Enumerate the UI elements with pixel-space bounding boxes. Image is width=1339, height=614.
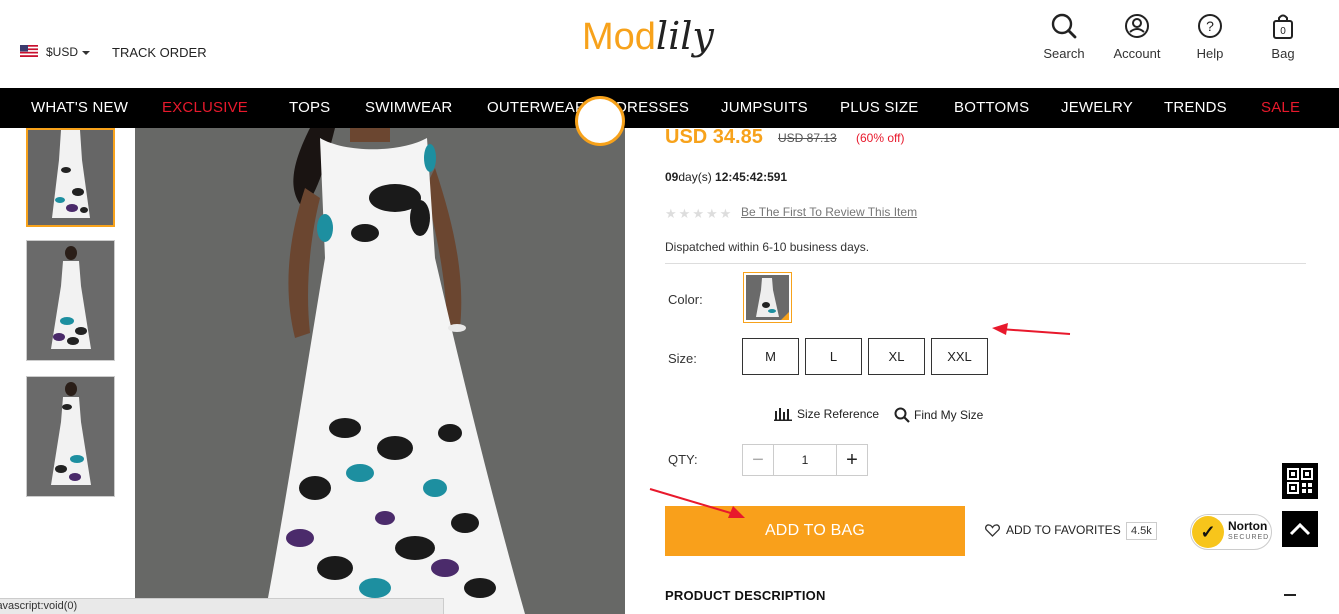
timer-days-unit: day(s) [678, 170, 712, 184]
add-to-favorites-button[interactable]: ADD TO FAVORITES [985, 523, 1121, 537]
currency-label: $USD [46, 45, 79, 59]
site-logo[interactable]: Mod lily [582, 8, 714, 68]
currency-selector[interactable]: $USD [46, 45, 91, 59]
qr-code-icon [1287, 468, 1313, 494]
browser-status-bar: javascript:void(0) [0, 598, 444, 614]
qr-code-button[interactable] [1282, 463, 1318, 499]
nav-item-tops[interactable]: TOPS [289, 88, 330, 128]
bag-label: Bag [1271, 46, 1295, 61]
countdown-timer: 09day(s) 12:45:42:591 [665, 170, 787, 184]
bag-count: 0 [1280, 26, 1286, 37]
product-main-image[interactable] [135, 128, 625, 614]
selected-check-icon [781, 312, 789, 320]
search-label: Search [1043, 46, 1085, 61]
nav-item-plus-size[interactable]: PLUS SIZE [840, 88, 919, 128]
quantity-stepper: − 1 + [742, 444, 868, 476]
star-icon: ★ [705, 206, 718, 221]
collapse-icon[interactable] [1284, 594, 1296, 596]
norton-subtitle: SECURED [1228, 534, 1270, 541]
add-to-favorites-label: ADD TO FAVORITES [1006, 523, 1121, 537]
find-my-size-label: Find My Size [914, 408, 984, 422]
star-icon: ★ [719, 206, 732, 221]
back-to-top-button[interactable] [1282, 511, 1318, 547]
search-icon [894, 407, 910, 423]
review-link[interactable]: Be The First To Review This Item [741, 205, 917, 219]
nav-item-bottoms[interactable]: BOTTOMS [954, 88, 1029, 128]
qty-input[interactable]: 1 [774, 445, 836, 475]
size-option-xxl[interactable]: XXL [931, 338, 988, 375]
size-option-xl[interactable]: XL [868, 338, 925, 375]
account-label: Account [1113, 46, 1161, 61]
checkmark-icon: ✓ [1192, 516, 1224, 548]
account-button[interactable]: Account [1107, 12, 1167, 61]
size-reference-link[interactable]: Size Reference [774, 407, 879, 421]
dress-model-image [135, 128, 625, 614]
nav-item-swimwear[interactable]: SWIMWEAR [365, 88, 452, 128]
help-icon: ? [1198, 14, 1222, 38]
qty-decrease-button[interactable]: − [743, 445, 774, 475]
norton-secured-badge: ✓ Norton SECURED [1190, 514, 1272, 550]
us-flag-icon [20, 45, 38, 57]
size-option-l[interactable]: L [805, 338, 862, 375]
original-price: USD 87.13 [778, 131, 837, 145]
color-swatch[interactable] [743, 272, 792, 323]
color-label: Color: [668, 292, 703, 307]
product-price: USD 34.85 [665, 126, 763, 148]
product-description-heading[interactable]: PRODUCT DESCRIPTION [665, 588, 826, 603]
discount-label: (60% off) [856, 131, 905, 145]
product-thumbnail-3[interactable] [26, 376, 115, 497]
timer-clock: 12:45:42:591 [715, 170, 788, 184]
qty-label: QTY: [668, 452, 698, 467]
nav-item-jewelry[interactable]: JEWELRY [1061, 88, 1133, 128]
star-icon: ★ [692, 206, 704, 221]
heart-icon [985, 523, 1000, 537]
help-button[interactable]: ? Help [1180, 12, 1240, 61]
favorites-count: 4.5k [1126, 522, 1157, 540]
product-thumbnail-2[interactable] [26, 240, 115, 361]
bag-icon: 0 [1273, 14, 1293, 39]
nav-item-sale[interactable]: SALE [1261, 88, 1300, 128]
annotation-arrow [649, 488, 745, 518]
timer-days: 09 [665, 170, 679, 184]
dispatch-info: Dispatched within 6-10 business days. [665, 240, 870, 254]
rating-stars: ★ ★ ★ ★ ★ [665, 206, 731, 222]
bag-button[interactable]: 0 Bag [1253, 12, 1313, 61]
dress-thumbnail-image [28, 130, 113, 225]
nav-item-jumpsuits[interactable]: JUMPSUITS [721, 88, 808, 128]
size-option-m[interactable]: M [742, 338, 799, 375]
annotation-arrow [992, 323, 1071, 335]
main-nav: WHAT'S NEW EXCLUSIVE TOPS SWIMWEAR OUTER… [0, 88, 1339, 128]
qty-increase-button[interactable]: + [836, 445, 867, 475]
nav-item-outerwear[interactable]: OUTERWEAR [487, 88, 586, 128]
caret-down-icon [82, 50, 91, 55]
product-thumbnail-1[interactable] [26, 128, 115, 227]
find-my-size-link[interactable]: Find My Size [894, 407, 983, 423]
discount-badge [575, 96, 625, 146]
svg-text:?: ? [1206, 18, 1214, 34]
nav-item-whats-new[interactable]: WHAT'S NEW [31, 88, 128, 128]
nav-item-exclusive[interactable]: EXCLUSIVE [162, 88, 248, 128]
logo-text-mod: Mod [582, 16, 656, 58]
search-button[interactable]: Search [1034, 12, 1094, 61]
divider [665, 263, 1306, 264]
track-order-link[interactable]: TRACK ORDER [112, 45, 207, 60]
dress-thumbnail-image [27, 377, 114, 496]
star-icon: ★ [665, 206, 677, 221]
star-icon: ★ [678, 206, 691, 221]
nav-item-dresses[interactable]: DRESSES [616, 88, 689, 128]
chevron-up-icon [1289, 522, 1311, 536]
norton-title: Norton [1228, 519, 1268, 533]
bar-chart-icon [774, 408, 792, 421]
logo-text-lily: lily [655, 14, 714, 58]
help-label: Help [1196, 46, 1224, 61]
search-icon [1051, 13, 1077, 39]
nav-item-trends[interactable]: TRENDS [1164, 88, 1227, 128]
size-reference-label: Size Reference [797, 407, 880, 421]
dress-thumbnail-image [27, 241, 114, 360]
account-icon [1125, 14, 1149, 38]
size-label: Size: [668, 351, 697, 366]
site-header: $USD TRACK ORDER Mod lily Search Account… [0, 0, 1339, 88]
